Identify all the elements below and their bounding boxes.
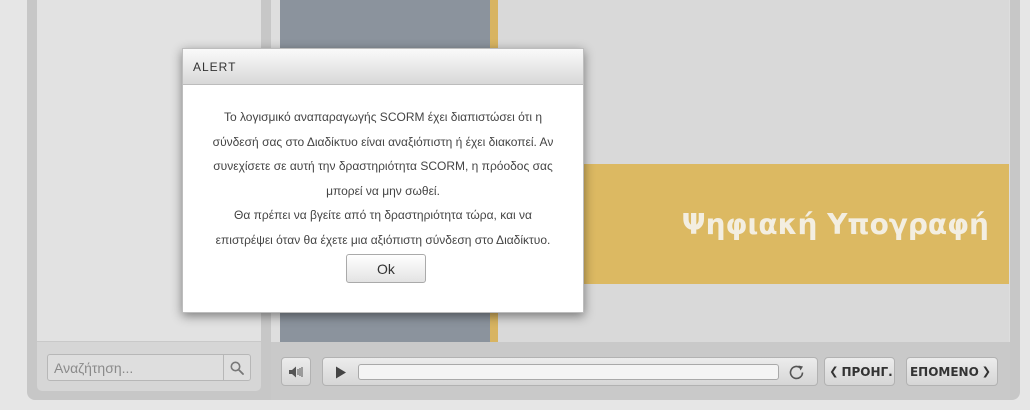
replay-icon: [789, 365, 803, 379]
alert-line: επιστρέψει όταν θα έχετε μια αξιόπιστη σ…: [215, 232, 551, 247]
search-icon: [230, 361, 244, 375]
alert-title: ALERT: [193, 59, 237, 74]
seek-control: [322, 357, 818, 386]
chevron-left-icon: ❮: [829, 365, 839, 378]
search-input[interactable]: [48, 355, 224, 380]
next-button[interactable]: ΕΠΟΜΕΝΟ ❯: [906, 357, 998, 386]
prev-button[interactable]: ❮ ΠΡΟΗΓ.: [824, 357, 895, 386]
ok-button[interactable]: Ok: [346, 254, 426, 283]
play-button[interactable]: [331, 364, 351, 380]
next-label: ΕΠΟΜΕΝΟ: [909, 364, 979, 379]
volume-button[interactable]: [281, 357, 311, 386]
alert-line: συνεχίσετε σε αυτή την δραστηριότητα SCO…: [213, 159, 553, 173]
alert-header: ALERT: [183, 49, 583, 85]
alert-line: μπορεί να μην σωθεί.: [326, 183, 440, 198]
alert-dialog: ALERT Το λογισμικό αναπαραγωγής SCORM έχ…: [182, 48, 584, 313]
speaker-icon: [289, 366, 303, 377]
play-icon: [336, 366, 346, 378]
chevron-right-icon: ❯: [981, 365, 992, 378]
progress-bar[interactable]: [358, 364, 779, 380]
search-button[interactable]: [223, 355, 250, 380]
alert-line: Το λογισμικό αναπαραγωγής SCORM έχει δια…: [223, 110, 543, 124]
prev-label: ΠΡΟΗΓ.: [841, 364, 893, 379]
alert-line: σύνδεσή σας στο Διαδίκτυο είναι αναξιόπι…: [212, 134, 554, 149]
slide-title: Ψηφιακή Υπογραφή: [681, 208, 989, 241]
search-box: [47, 354, 251, 381]
alert-message: Το λογισμικό αναπαραγωγής SCORM έχει δια…: [183, 85, 583, 252]
replay-button[interactable]: [786, 363, 806, 381]
alert-line: Θα πρέπει να βγείτε από τη δραστηριότητα…: [234, 208, 532, 222]
